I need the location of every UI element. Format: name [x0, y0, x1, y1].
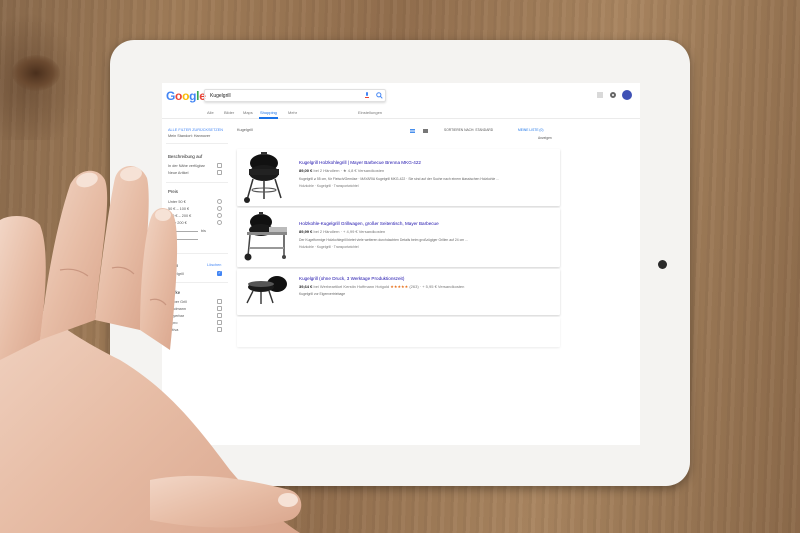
type-heading: Form [168, 263, 179, 268]
results-query-label: Kugelgrill [237, 128, 253, 132]
sidebar-divider [166, 253, 228, 254]
ads-label: Anzeigen [538, 136, 552, 140]
price-value: 39,64 € [299, 284, 313, 289]
price-radio[interactable] [217, 220, 222, 225]
tab-mehr[interactable]: Mehr [288, 110, 297, 115]
mini-grill-image [246, 276, 287, 304]
product-card[interactable]: Kugelgrill (ohne Druck, 3 Werktage Produ… [237, 269, 560, 315]
product-tags: Holzkohle · Kugelgrill · Transportwichte… [299, 184, 359, 188]
filter-checkbox[interactable] [217, 170, 222, 175]
product-tags: Holzkohle · Kugelgrill · Transportwichte… [299, 245, 359, 249]
rating-stars: ★★★★★ [390, 284, 409, 289]
brand-option[interactable]: Landmann [168, 307, 186, 311]
search-icon[interactable] [376, 92, 383, 99]
product-card-placeholder [237, 317, 560, 347]
tab-bilder[interactable]: Bilder [224, 110, 234, 115]
reset-filters-link[interactable]: ALLE FILTER ZURÜCKSETZEN [168, 128, 223, 132]
price-note: bei 2 Händlern · ★ 4,8 € Versandkosten [313, 168, 385, 173]
price-radio[interactable] [217, 206, 222, 211]
brand-checkbox[interactable] [217, 327, 222, 332]
search-box[interactable] [204, 89, 386, 102]
brand-option[interactable]: Mayerbar [168, 314, 184, 318]
type-option[interactable]: Kugelgrill [168, 272, 184, 276]
google-logo[interactable]: Google [166, 89, 206, 103]
brand-option[interactable]: Activa [168, 328, 178, 332]
filter-checkbox[interactable] [217, 163, 222, 168]
grid-view-icon[interactable] [423, 129, 428, 133]
product-card[interactable]: Kugelgrill Holzkohlegrill | Mayer Barbec… [237, 149, 560, 206]
tablet-camera [658, 260, 667, 269]
logo-letter: G [166, 89, 176, 103]
price-option[interactable]: Unter 50 € [168, 200, 186, 204]
type-clear-link[interactable]: Löschen [207, 263, 221, 267]
tab-maps[interactable]: Maps [243, 110, 253, 115]
price-option[interactable]: 50 € – 100 € [168, 207, 189, 211]
brand-checkbox[interactable] [217, 313, 222, 318]
description-heading: Beschreibung auf [168, 154, 203, 159]
rating-note: (263) · + 5,95 € Versandkosten [409, 284, 465, 289]
price-max-field[interactable] [168, 234, 198, 240]
sidebar-divider [166, 182, 228, 183]
gear-icon[interactable] [610, 92, 616, 98]
brand-option[interactable]: Tepro [168, 321, 178, 325]
price-value: 89,99 € [299, 229, 313, 234]
location-label: Mein Standort: Hannover [168, 134, 211, 138]
my-list-button[interactable]: MEINE LISTE (0) [518, 128, 543, 132]
sidebar-divider [166, 282, 228, 283]
filter-option-nearby[interactable]: In der Nähe verfügbar [168, 164, 205, 168]
product-title[interactable]: Holzkohle-Kugelgrill Grillwagen, großer … [299, 221, 439, 226]
brand-heading: Marke [168, 290, 181, 295]
kettle-grill-image [244, 152, 282, 203]
price-radio[interactable] [217, 199, 222, 204]
price-heading: Preis [168, 189, 179, 194]
sort-dropdown[interactable]: SORTIEREN NACH: STANDARD [444, 128, 493, 132]
filter-option-new[interactable]: Neue Artikel [168, 171, 188, 175]
price-option[interactable]: Über 200 € [168, 221, 187, 225]
product-price: 39,64 € bei Werbeartikel Kerstin Hoffman… [299, 284, 464, 289]
tab-einstellungen[interactable]: Einstellungen [358, 110, 382, 115]
product-description: Der Kugelformige Holzkohlegrill bietet v… [299, 238, 468, 242]
product-card[interactable]: Holzkohle-Kugelgrill Grillwagen, großer … [237, 208, 560, 267]
microphone-icon[interactable] [365, 92, 369, 99]
google-header: Google [162, 83, 640, 107]
search-tabs: Alle Bilder Maps Shopping Mehr Einstellu… [162, 107, 640, 119]
price-note: bei Werbeartikel Kerstin Hoffmann Hotgol… [313, 284, 390, 289]
apps-grid-icon[interactable] [597, 92, 603, 98]
product-price: 89,00 € bei 2 Händlern · ★ 4,8 € Versand… [299, 168, 384, 173]
list-view-icon[interactable] [410, 129, 415, 133]
product-title[interactable]: Kugelgrill Holzkohlegrill | Mayer Barbec… [299, 160, 421, 165]
type-checkbox[interactable] [217, 270, 222, 276]
brand-checkbox[interactable] [217, 320, 222, 325]
brand-checkbox[interactable] [217, 299, 222, 304]
product-title[interactable]: Kugelgrill (ohne Druck, 3 Werktage Produ… [299, 276, 404, 281]
avatar[interactable] [622, 90, 632, 100]
price-option[interactable]: 100 € – 200 € [168, 214, 191, 218]
search-input[interactable] [210, 91, 350, 101]
price-note: bei 2 Händlern · + 4,99 € Versandkosten [313, 229, 386, 234]
price-min-field[interactable] [168, 226, 198, 232]
brand-checkbox[interactable] [217, 306, 222, 311]
price-value: 89,00 € [299, 168, 313, 173]
tab-alle[interactable]: Alle [207, 110, 214, 115]
tablet-screen: Google Alle Bilder Maps Shopping Mehr Ei… [162, 83, 640, 445]
tab-shopping[interactable]: Shopping [259, 110, 278, 119]
price-separator: bis [201, 229, 206, 233]
product-price: 89,99 € bei 2 Händlern · + 4,99 € Versan… [299, 229, 385, 234]
sidebar-divider [166, 143, 228, 144]
price-apply-link[interactable]: Los [168, 243, 174, 247]
brand-option[interactable]: Weber Grill [168, 300, 187, 304]
product-description: Kugelgrill ⌀ 55 cm, für Fleisch/Gemüse ·… [299, 177, 499, 181]
wood-knot [12, 55, 60, 91]
product-description: Kugelgrill vor Eigenvertriebage [299, 292, 346, 296]
price-radio[interactable] [217, 213, 222, 218]
grill-cart-image [244, 212, 287, 261]
